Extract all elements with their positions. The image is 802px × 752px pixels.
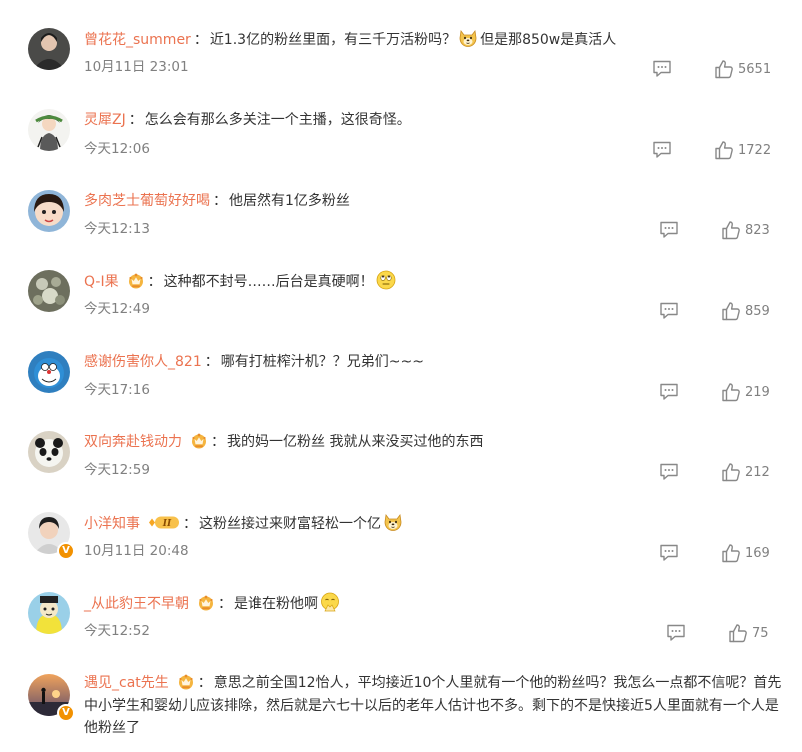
crown-icon	[190, 432, 208, 449]
avatar[interactable]	[28, 351, 70, 393]
username-link[interactable]: 感谢伤害你人_821	[84, 354, 202, 370]
comment-time: 今天12:13	[84, 221, 150, 237]
comment-icon[interactable]	[659, 302, 679, 320]
thumbs-up-icon[interactable]	[721, 382, 741, 402]
vip-level-icon	[146, 515, 180, 530]
thumbs-up-icon[interactable]	[721, 543, 741, 563]
comment-icon[interactable]	[659, 221, 679, 239]
thumbs-up-icon[interactable]	[721, 301, 741, 321]
crown-icon	[127, 272, 145, 289]
comment-body: 我的妈一亿粉丝 我就从来没买过他的东西	[227, 434, 484, 450]
thumbs-up-icon[interactable]	[721, 462, 741, 482]
avatar[interactable]	[28, 190, 70, 232]
comment-text: 多肉芝士葡萄好好喝：他居然有1亿多粉丝	[84, 193, 350, 209]
comment-body: 怎么会有那么多关注一个主播，这很奇怪。	[144, 112, 411, 128]
verified-badge: V	[57, 704, 75, 722]
comment-text: 遇见_cat先生：意思之前全国12怡人，平均接近10个人里就有一个他的粉丝吗？我…	[84, 673, 782, 736]
comment-time: 10月11日 20:48	[84, 543, 189, 559]
comment-body: 是谁在粉他啊	[234, 596, 318, 612]
like-count: 859	[745, 304, 770, 319]
thumbs-up-icon[interactable]	[714, 140, 734, 160]
comment-text: 曾花花_summer：近1.3亿的粉丝里面，有三千万活粉吗？ 但是那850w是真活…	[84, 28, 788, 51]
username-link[interactable]: 灵犀ZJ	[84, 112, 126, 128]
comment-body: 这种都不封号……后台是真硬啊！	[163, 274, 374, 290]
comment-icon[interactable]	[659, 463, 679, 481]
username-link[interactable]: _从此豹王不早朝	[84, 596, 189, 612]
avatar[interactable]	[28, 270, 70, 312]
username-link[interactable]: 曾花花_summer	[84, 32, 191, 48]
comment-body: 他居然有1亿多粉丝	[229, 193, 350, 209]
like-count: 212	[745, 465, 770, 480]
like-count: 169	[745, 546, 770, 561]
comment-time: 今天12:06	[84, 141, 150, 157]
username-link[interactable]: 小洋知事	[84, 516, 140, 532]
comment-text: 灵犀ZJ：怎么会有那么多关注一个主播，这很奇怪。	[84, 112, 411, 128]
comment-time: 今天17:16	[84, 382, 150, 398]
comment-icon[interactable]	[652, 60, 672, 78]
thumbs-up-icon[interactable]	[728, 623, 748, 643]
avatar[interactable]	[28, 431, 70, 473]
verified-badge: V	[57, 542, 75, 560]
crown-icon	[177, 673, 195, 690]
like-count: 75	[752, 626, 769, 641]
pray-emoji	[320, 592, 340, 612]
eye-roll-emoji	[376, 270, 396, 290]
comment-body: 这粉丝接过来财富轻松一个亿	[199, 516, 381, 532]
like-count: 219	[745, 385, 770, 400]
thumbs-up-icon[interactable]	[714, 59, 734, 79]
doge-emoji	[383, 512, 403, 532]
doge-emoji	[458, 28, 478, 48]
crown-icon	[197, 594, 215, 611]
comment-icon[interactable]	[652, 141, 672, 159]
comment-body: 哪有打桩榨汁机？？兄弟们~~~	[220, 354, 424, 370]
comment-icon[interactable]	[666, 624, 686, 642]
avatar[interactable]	[28, 592, 70, 634]
comment-text: Q-I果：这种都不封号……后台是真硬啊！	[84, 270, 788, 293]
comment-body: 近1.3亿的粉丝里面，有三千万活粉吗？	[209, 32, 457, 48]
comment-time: 今天12:52	[84, 623, 150, 639]
comment-text: _从此豹王不早朝：是谁在粉他啊	[84, 592, 788, 615]
avatar[interactable]	[28, 109, 70, 151]
like-count: 823	[745, 223, 770, 238]
username-link[interactable]: Q-I果	[84, 274, 119, 290]
comment-icon[interactable]	[659, 383, 679, 401]
comment-time: 今天12:49	[84, 301, 150, 317]
like-count: 5651	[738, 62, 772, 77]
comment-text: 小洋知事：这粉丝接过来财富轻松一个亿	[84, 512, 788, 535]
comment-text: 双向奔赴钱动力：我的妈一亿粉丝 我就从来没买过他的东西	[84, 432, 484, 450]
comment-body-cont: 但是那850w是真活人	[480, 32, 617, 48]
comment-icon[interactable]	[659, 544, 679, 562]
like-count: 1722	[738, 143, 772, 158]
comment-time: 今天12:59	[84, 462, 150, 478]
comment-time: 10月11日 23:01	[84, 59, 189, 75]
username-link[interactable]: 双向奔赴钱动力	[84, 434, 182, 450]
avatar[interactable]	[28, 28, 70, 70]
thumbs-up-icon[interactable]	[721, 220, 741, 240]
comment-text: 感谢伤害你人_821：哪有打桩榨汁机？？兄弟们~~~	[84, 354, 424, 370]
username-link[interactable]: 遇见_cat先生	[84, 675, 169, 691]
username-link[interactable]: 多肉芝士葡萄好好喝	[84, 193, 210, 209]
